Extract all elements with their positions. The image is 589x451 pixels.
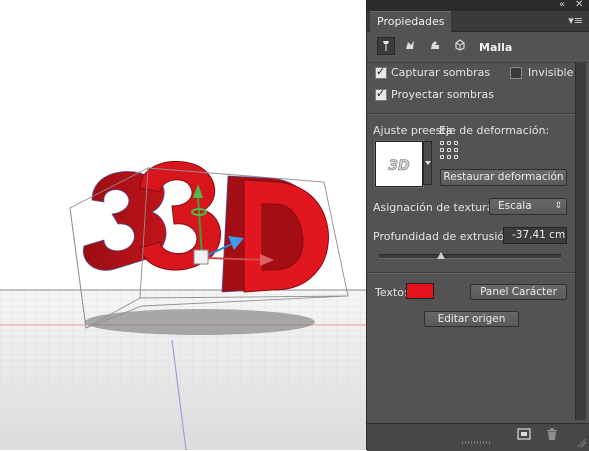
edit-source-button[interactable]: Editar origen [424, 311, 519, 327]
invisible-label: Invisible [528, 66, 574, 79]
divider [367, 272, 577, 274]
deform-icon[interactable] [402, 37, 420, 55]
texture-mapping-select[interactable]: Escala ⇕ [489, 198, 567, 215]
preset-dropdown-arrow[interactable] [423, 141, 432, 185]
render-icon[interactable] [517, 427, 531, 441]
deformation-axis-grid[interactable] [440, 141, 460, 161]
mesh-icon[interactable] [377, 37, 395, 55]
invisible-checkbox[interactable] [510, 67, 522, 79]
extrusion-depth-label: Profundidad de extrusión: [373, 230, 515, 243]
text-label: Texto: [375, 286, 408, 299]
text-color-swatch[interactable] [406, 283, 434, 299]
close-icon[interactable]: ✕ [575, 0, 583, 11]
viewport-3d[interactable] [0, 0, 366, 450]
project-shadows-label: Proyectar sombras [391, 88, 495, 101]
document-canvas[interactable] [0, 0, 366, 450]
mode-bar: Malla [367, 32, 589, 63]
texture-mapping-value: Escala [498, 200, 532, 212]
project-shadows-checkbox[interactable] [375, 87, 387, 101]
panel-title-strip: « ✕ [367, 0, 589, 11]
texture-mapping-label: Asignación de textura: [373, 201, 498, 214]
tab-properties[interactable]: Propiedades [370, 11, 452, 32]
panel-scrollbar[interactable] [575, 62, 586, 420]
mode-title: Malla [479, 41, 513, 54]
resize-grip[interactable] [462, 441, 492, 444]
deformation-axis-label: Eje de deformación: [439, 124, 550, 137]
preset-preview[interactable]: 3D [375, 141, 423, 187]
extrusion-depth-input[interactable]: -37,41 cm [503, 227, 567, 244]
capture-shadows-checkbox[interactable] [375, 65, 387, 79]
properties-panel: « ✕ Propiedades ▾≡ Malla Capturar sombra… [366, 0, 589, 451]
object-shadow [85, 309, 315, 335]
cap-icon[interactable] [427, 37, 445, 55]
reset-deformation-button[interactable]: Restaurar deformación [440, 169, 567, 186]
divider [367, 113, 577, 115]
extrusion-slider-thumb[interactable] [437, 252, 445, 259]
coordinates-icon[interactable] [452, 37, 470, 55]
resize-corner[interactable] [578, 439, 586, 447]
capture-shadows-label: Capturar sombras [391, 66, 491, 79]
double-chevron-left-icon[interactable]: « [559, 0, 565, 11]
panel-menu-icon[interactable]: ▾≡ [568, 14, 583, 28]
preset-preview-text: 3D [388, 158, 409, 174]
chevron-updown-icon: ⇕ [554, 201, 562, 211]
trash-icon[interactable] [545, 427, 559, 441]
character-panel-button[interactable]: Panel Carácter [470, 284, 567, 300]
extrusion-slider-track[interactable] [379, 254, 561, 259]
tab-bar: Propiedades ▾≡ [367, 11, 589, 32]
